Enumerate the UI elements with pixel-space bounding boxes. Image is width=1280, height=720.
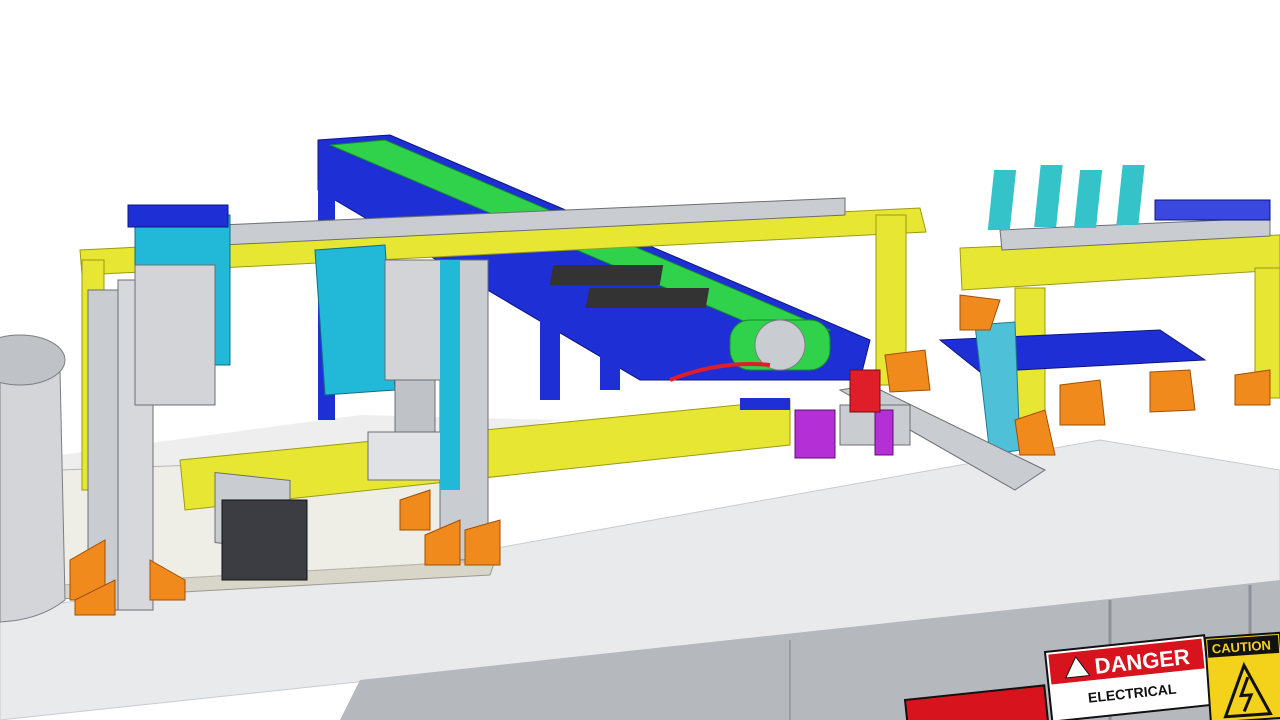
machine-scene: DANGER ELECTRICAL CAUTION bbox=[0, 0, 1280, 720]
orange-bracket bbox=[1234, 369, 1271, 406]
conveyor-product bbox=[549, 265, 664, 285]
blue-pad bbox=[740, 398, 790, 410]
blue-cap bbox=[127, 204, 229, 228]
conveyor-leg bbox=[540, 300, 560, 400]
cylinder-rod bbox=[394, 379, 436, 441]
purple-block bbox=[874, 409, 894, 456]
cyan-plate bbox=[440, 260, 460, 490]
orange-bracket bbox=[1149, 369, 1196, 413]
right-station-top-plate bbox=[1154, 199, 1271, 221]
conveyor-product bbox=[585, 288, 710, 308]
conveyor-leg bbox=[600, 320, 620, 390]
motor-block bbox=[221, 499, 308, 581]
red-block bbox=[849, 369, 881, 413]
orange-bracket bbox=[884, 349, 931, 393]
purple-block bbox=[794, 409, 836, 459]
slide-module bbox=[134, 264, 216, 406]
orange-bracket bbox=[1059, 379, 1106, 426]
caution-sign: CAUTION bbox=[1203, 631, 1280, 720]
cyan-plate bbox=[314, 244, 396, 396]
